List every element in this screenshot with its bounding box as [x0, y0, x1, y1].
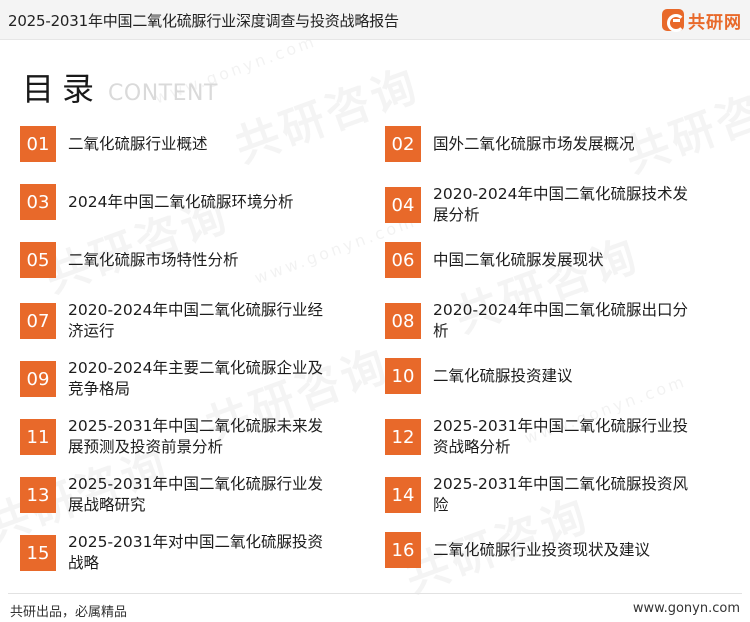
- chapter-number: 13: [20, 477, 56, 513]
- chapter-title: 2020-2024年主要二氧化硫脲企业及竞争格局: [68, 359, 323, 398]
- chapter-title: 2020-2024年中国二氧化硫脲技术发展分析: [433, 185, 688, 224]
- toc-title: 目录: [22, 70, 103, 108]
- chapter-number: 10: [385, 358, 421, 394]
- chapter-title: 2025-2031年对中国二氧化硫脲投资战略: [68, 533, 323, 572]
- chapter-number: 04: [385, 187, 421, 223]
- chapter-title: 二氧化硫脲投资建议: [433, 366, 573, 385]
- toc-item[interactable]: 01 二氧化硫脲行业概述: [20, 126, 338, 162]
- chapter-number: 16: [385, 532, 421, 568]
- chapter-title: 二氧化硫脲行业概述: [68, 134, 208, 153]
- chapter-title: 2025-2031年中国二氧化硫脲行业投资战略分析: [433, 417, 688, 456]
- chapter-title: 2020-2024年中国二氧化硫脲出口分析: [433, 301, 688, 340]
- footer-url[interactable]: www.gonyn.com: [633, 601, 740, 616]
- toc-item[interactable]: 03 2024年中国二氧化硫脲环境分析: [20, 184, 338, 220]
- toc-heading: 目录 CONTENT: [22, 64, 218, 110]
- report-title: 2025-2031年中国二氧化硫脲行业深度调查与投资战略报告: [8, 12, 399, 30]
- chapter-number: 02: [385, 126, 421, 162]
- chapter-number: 14: [385, 477, 421, 513]
- footer-slogan: 共研出品，必属精品: [10, 605, 128, 620]
- chapter-title: 2025-2031年中国二氧化硫脲行业发展战略研究: [68, 475, 323, 514]
- chapter-title: 国外二氧化硫脲市场发展概况: [433, 134, 635, 153]
- watermark-text: 共研咨询: [615, 59, 750, 185]
- gonyn-logo-icon: [662, 9, 685, 32]
- footer-divider: [8, 593, 742, 594]
- toc-item[interactable]: 11 2025-2031年中国二氧化硫脲未来发展预测及投资前景分析: [20, 416, 338, 458]
- chapter-title: 2020-2024年中国二氧化硫脲行业经济运行: [68, 301, 323, 340]
- chapter-title: 2025-2031年中国二氧化硫脲未来发展预测及投资前景分析: [68, 417, 323, 456]
- toc-item[interactable]: 14 2025-2031年中国二氧化硫脲投资风险: [385, 474, 703, 516]
- toc-item[interactable]: 06 中国二氧化硫脲发展现状: [385, 242, 703, 278]
- chapter-title: 2024年中国二氧化硫脲环境分析: [68, 192, 294, 211]
- chapter-number: 11: [20, 419, 56, 455]
- chapter-number: 15: [20, 535, 56, 571]
- chapter-number: 07: [20, 303, 56, 339]
- chapter-number: 09: [20, 361, 56, 397]
- chapter-title: 二氧化硫脲市场特性分析: [68, 250, 239, 269]
- toc-item[interactable]: 15 2025-2031年对中国二氧化硫脲投资战略: [20, 532, 338, 574]
- report-header: 2025-2031年中国二氧化硫脲行业深度调查与投资战略报告 共研网: [0, 0, 750, 40]
- toc-item[interactable]: 07 2020-2024年中国二氧化硫脲行业经济运行: [20, 300, 338, 342]
- chapter-number: 06: [385, 242, 421, 278]
- chapter-number: 01: [20, 126, 56, 162]
- chapter-number: 12: [385, 419, 421, 455]
- chapter-title: 2025-2031年中国二氧化硫脲投资风险: [433, 475, 688, 514]
- brand-logo: 共研网: [662, 7, 742, 33]
- toc-item[interactable]: 10 二氧化硫脲投资建议: [385, 358, 703, 394]
- chapter-number: 03: [20, 184, 56, 220]
- chapter-title: 二氧化硫脲行业投资现状及建议: [433, 540, 651, 559]
- toc-item[interactable]: 12 2025-2031年中国二氧化硫脲行业投资战略分析: [385, 416, 703, 458]
- chapter-number: 08: [385, 303, 421, 339]
- toc-item[interactable]: 08 2020-2024年中国二氧化硫脲出口分析: [385, 300, 703, 342]
- toc-item[interactable]: 04 2020-2024年中国二氧化硫脲技术发展分析: [385, 184, 703, 226]
- chapter-title: 中国二氧化硫脲发展现状: [433, 250, 604, 269]
- toc-subtitle: CONTENT: [108, 81, 218, 106]
- toc-item[interactable]: 16 二氧化硫脲行业投资现状及建议: [385, 532, 703, 568]
- toc-item[interactable]: 02 国外二氧化硫脲市场发展概况: [385, 126, 703, 162]
- chapter-number: 05: [20, 242, 56, 278]
- brand-name: 共研网: [688, 12, 742, 33]
- toc-item[interactable]: 13 2025-2031年中国二氧化硫脲行业发展战略研究: [20, 474, 338, 516]
- toc-item[interactable]: 09 2020-2024年主要二氧化硫脲企业及竞争格局: [20, 358, 338, 400]
- toc-item[interactable]: 05 二氧化硫脲市场特性分析: [20, 242, 338, 278]
